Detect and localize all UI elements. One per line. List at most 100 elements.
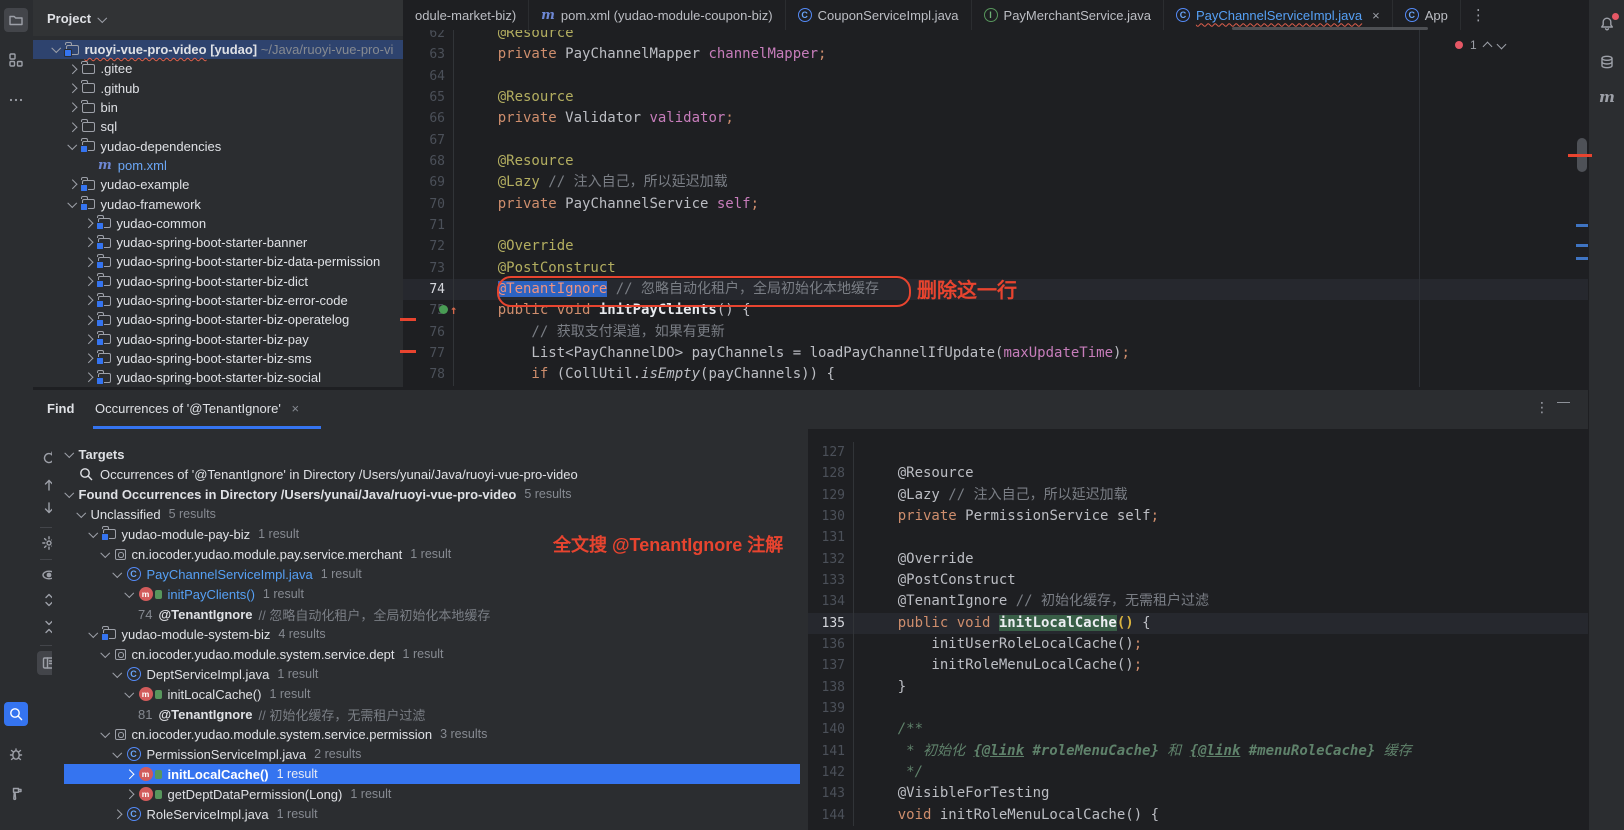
- override-arrow-icon[interactable]: ↑: [450, 301, 457, 319]
- chevron-down-icon[interactable]: [77, 508, 86, 517]
- project-tree-row-yudao-spring-boot-starter-biz-error-code[interactable]: yudao-spring-boot-starter-biz-error-code: [33, 291, 403, 310]
- line-number[interactable]: 144: [808, 805, 853, 826]
- project-tree-row-yudao-spring-boot-starter-biz-social[interactable]: yudao-spring-boot-starter-biz-social: [33, 368, 403, 387]
- code-line-142[interactable]: 142 */: [808, 762, 1588, 783]
- project-tree-row-bin[interactable]: bin: [33, 98, 403, 117]
- chevron-right-icon[interactable]: [68, 64, 77, 73]
- code-line-76[interactable]: 76 // 获取支付渠道，如果有更新: [403, 322, 1588, 343]
- tab-pom-xml-yudao-module-coupon-biz-[interactable]: mpom.xml (yudao-module-coupon-biz): [529, 0, 785, 30]
- find-row-roleserviceimpl-java[interactable]: CRoleServiceImpl.java1 result: [52, 804, 808, 824]
- line-number[interactable]: 143: [808, 783, 853, 804]
- line-number[interactable]: 67: [403, 130, 453, 151]
- project-tree-row-yudao-spring-boot-starter-biz-sms[interactable]: yudao-spring-boot-starter-biz-sms: [33, 349, 403, 368]
- chevron-down-icon[interactable]: [101, 648, 110, 657]
- chevron-right-icon[interactable]: [84, 238, 93, 247]
- code-line-141[interactable]: 141 * 初始化 {@link #roleMenuCache} 和 {@lin…: [808, 741, 1588, 762]
- line-number[interactable]: 64: [403, 66, 453, 87]
- chevron-down-icon[interactable]: [89, 528, 98, 537]
- project-tree-row-yudao-spring-boot-starter-biz-data-permission[interactable]: yudao-spring-boot-starter-biz-data-permi…: [33, 252, 403, 271]
- line-number[interactable]: 142: [808, 762, 853, 783]
- code-line-78[interactable]: 78 if (CollUtil.isEmpty(payChannels)) {: [403, 364, 1588, 385]
- line-number[interactable]: 62: [403, 30, 453, 44]
- line-number[interactable]: 66: [403, 108, 453, 129]
- project-header[interactable]: Project: [33, 0, 403, 36]
- inspection-widget[interactable]: 1: [1455, 38, 1505, 52]
- code-line-137[interactable]: 137 initRoleMenuLocalCache();: [808, 655, 1588, 676]
- code-line-71[interactable]: 71: [403, 215, 1588, 236]
- error-stripe-mark[interactable]: [1568, 154, 1592, 157]
- line-number[interactable]: 134: [808, 591, 853, 612]
- code-line-133[interactable]: 133 @PostConstruct: [808, 570, 1588, 591]
- code-line-70[interactable]: 70 private PayChannelService self;: [403, 194, 1588, 215]
- chevron-down-icon[interactable]: [113, 748, 122, 757]
- code-line-65[interactable]: 65 @Resource: [403, 87, 1588, 108]
- project-tree-row-yudao-spring-boot-starter-biz-dict[interactable]: yudao-spring-boot-starter-biz-dict: [33, 272, 403, 291]
- find-row-initpayclients-[interactable]: minitPayClients()1 result: [52, 584, 808, 604]
- project-tree-row-yudao-spring-boot-starter-banner[interactable]: yudao-spring-boot-starter-banner: [33, 233, 403, 252]
- tab-paychannelserviceimpl-java[interactable]: CPayChannelServiceImpl.java×: [1164, 0, 1393, 30]
- code-line-131[interactable]: 131: [808, 527, 1588, 548]
- code-line-132[interactable]: 132 @Override: [808, 549, 1588, 570]
- chevron-down-icon[interactable]: [68, 140, 77, 149]
- find-row-cn-iocoder-yudao-module-system-service-dept[interactable]: cn.iocoder.yudao.module.system.service.d…: [52, 644, 808, 664]
- code-line-67[interactable]: 67: [403, 130, 1588, 151]
- line-number[interactable]: 77: [403, 343, 453, 364]
- more-icon[interactable]: [4, 88, 28, 112]
- code-line-128[interactable]: 128 @Resource: [808, 463, 1588, 484]
- chevron-down-icon[interactable]: [125, 588, 134, 597]
- chevron-right-icon[interactable]: [84, 277, 93, 286]
- line-number[interactable]: 137: [808, 655, 853, 676]
- code-line-62[interactable]: 62 @Resource: [403, 30, 1588, 44]
- chevron-down-icon[interactable]: [89, 628, 98, 637]
- line-number[interactable]: 68: [403, 151, 453, 172]
- line-number[interactable]: 72: [403, 236, 453, 257]
- chevron-right-icon[interactable]: [84, 296, 93, 305]
- build-icon[interactable]: [4, 782, 28, 806]
- line-number[interactable]: 65: [403, 87, 453, 108]
- tab-app[interactable]: CApp: [1393, 0, 1461, 30]
- chevron-down-icon[interactable]: [101, 548, 110, 557]
- code-line-72[interactable]: 72 @Override: [403, 236, 1588, 257]
- code-line-129[interactable]: 129 @Lazy // 注入自己，所以延迟加载: [808, 485, 1588, 506]
- find-row-@tenantignore[interactable]: 74@TenantIgnore // 忽略自动化租户，全局初始化本地缓存: [52, 604, 808, 624]
- editor-pay-channel-service[interactable]: 62 @Resource63 private PayChannelMapper …: [403, 30, 1588, 387]
- chevron-right-icon[interactable]: [84, 257, 93, 266]
- kebab-menu-icon[interactable]: ⋮: [1535, 399, 1549, 416]
- find-row-initlocalcache-[interactable]: minitLocalCache()1 result: [52, 764, 808, 784]
- chevron-right-icon[interactable]: [84, 354, 93, 363]
- code-line-134[interactable]: 134 @TenantIgnore // 初始化缓存，无需租户过滤: [808, 591, 1588, 612]
- line-number[interactable]: 130: [808, 506, 853, 527]
- line-number[interactable]: 74: [403, 279, 453, 300]
- chevron-down-icon[interactable]: [125, 688, 134, 697]
- project-tree-row-pom.xml[interactable]: mpom.xml: [33, 156, 403, 175]
- project-tree-row-yudao-common[interactable]: yudao-common: [33, 214, 403, 233]
- line-number[interactable]: 63: [403, 44, 453, 65]
- find-row-unclassified[interactable]: Unclassified5 results: [52, 504, 808, 524]
- code-line-64[interactable]: 64: [403, 66, 1588, 87]
- code-line-135[interactable]: 135 public void initLocalCache() {: [808, 613, 1588, 634]
- project-tree-row-yudao-example[interactable]: yudao-example: [33, 175, 403, 194]
- line-number[interactable]: 136: [808, 634, 853, 655]
- structure-icon[interactable]: [4, 48, 28, 72]
- chevron-right-icon[interactable]: [113, 809, 122, 818]
- maven-tool-icon[interactable]: m: [1599, 88, 1615, 106]
- code-line-77[interactable]: 77 List<PayChannelDO> payChannels = load…: [403, 343, 1588, 364]
- find-row-yudao-module-system-biz[interactable]: yudao-module-system-biz4 results: [52, 624, 808, 644]
- line-number[interactable]: 73: [403, 258, 453, 279]
- kebab-menu-icon[interactable]: ⋮: [1461, 0, 1496, 30]
- find-results-tab[interactable]: Occurrences of '@TenantIgnore' ×: [95, 401, 299, 416]
- project-tree-row-yudao-dependencies[interactable]: yudao-dependencies: [33, 137, 403, 156]
- close-icon[interactable]: ×: [1372, 8, 1380, 23]
- tab-paymerchantservice-java[interactable]: IPayMerchantService.java: [972, 0, 1164, 30]
- chevron-right-icon[interactable]: [84, 219, 93, 228]
- line-number[interactable]: 132: [808, 549, 853, 570]
- database-icon[interactable]: [1595, 50, 1619, 74]
- project-folder-icon[interactable]: [4, 8, 28, 32]
- chevron-down-icon[interactable]: [113, 568, 122, 577]
- find-row-paychannelserviceimpl-java[interactable]: CPayChannelServiceImpl.java1 result: [52, 564, 808, 584]
- tab-odule-market-biz-[interactable]: odule-market-biz): [403, 0, 529, 30]
- line-number[interactable]: 76: [403, 322, 453, 343]
- line-number[interactable]: 131: [808, 527, 853, 548]
- preview-editor-permission-service[interactable]: 127128 @Resource129 @Lazy // 注入自己，所以延迟加载…: [808, 429, 1588, 830]
- chevron-right-icon[interactable]: [68, 122, 77, 131]
